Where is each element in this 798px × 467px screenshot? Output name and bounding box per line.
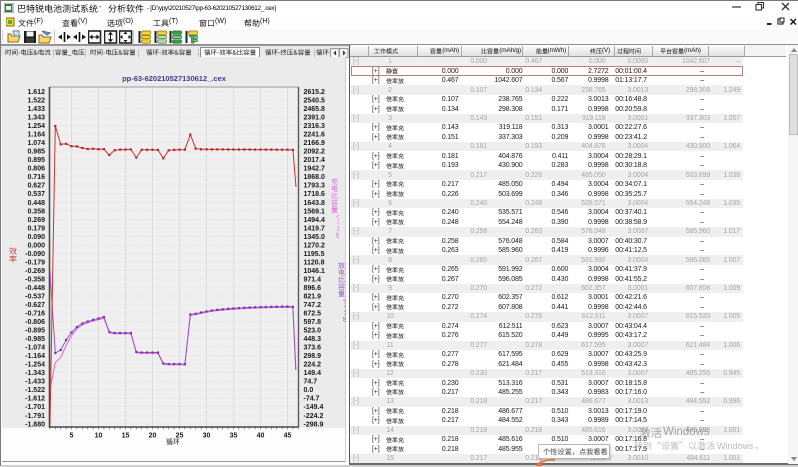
svg-text:2241.6: 2241.6 bbox=[304, 132, 326, 139]
svg-text:523.0: 523.0 bbox=[304, 328, 322, 335]
svg-text:0.090: 0.090 bbox=[27, 234, 45, 241]
svg-text:0.537: 0.537 bbox=[27, 191, 45, 198]
svg-text:1120.8: 1120.8 bbox=[304, 259, 325, 266]
svg-text:-0.895: -0.895 bbox=[25, 328, 45, 335]
svg-text:0.000: 0.000 bbox=[27, 242, 45, 249]
svg-text:1046.1: 1046.1 bbox=[304, 268, 326, 275]
svg-text:224.2: 224.2 bbox=[304, 362, 322, 369]
svg-text:-0.448: -0.448 bbox=[25, 285, 45, 292]
svg-text:-224.2: -224.2 bbox=[304, 413, 324, 420]
svg-text:-0.358: -0.358 bbox=[25, 276, 45, 283]
svg-text:0.0: 0.0 bbox=[304, 387, 314, 394]
svg-text:-0.537: -0.537 bbox=[25, 294, 45, 301]
svg-text:-1.254: -1.254 bbox=[25, 362, 45, 369]
svg-text:-1.791: -1.791 bbox=[25, 413, 45, 420]
svg-text:-0.716: -0.716 bbox=[25, 311, 45, 318]
svg-text:971.4: 971.4 bbox=[304, 276, 322, 283]
svg-text:-298.9: -298.9 bbox=[304, 421, 324, 428]
svg-text:0.895: 0.895 bbox=[27, 157, 45, 164]
svg-text:2316.3: 2316.3 bbox=[304, 123, 326, 130]
svg-text:821.9: 821.9 bbox=[304, 294, 322, 301]
svg-text:2465.8: 2465.8 bbox=[304, 106, 326, 113]
svg-text:1942.7: 1942.7 bbox=[304, 166, 326, 173]
svg-text:1569.1: 1569.1 bbox=[304, 208, 326, 215]
svg-text:0.448: 0.448 bbox=[27, 200, 45, 207]
svg-text:2391.0: 2391.0 bbox=[304, 115, 326, 122]
svg-text:1345.0: 1345.0 bbox=[304, 234, 326, 241]
svg-text:1643.8: 1643.8 bbox=[304, 200, 326, 207]
svg-text:1.343: 1.343 bbox=[27, 115, 45, 122]
svg-text:1270.2: 1270.2 bbox=[304, 242, 326, 249]
svg-text:-149.4: -149.4 bbox=[304, 404, 324, 411]
svg-text:2017.4: 2017.4 bbox=[304, 157, 326, 164]
svg-text:1.074: 1.074 bbox=[27, 140, 45, 147]
svg-text:-0.090: -0.090 bbox=[25, 251, 45, 258]
svg-text:-0.985: -0.985 bbox=[25, 336, 45, 343]
svg-text:1793.3: 1793.3 bbox=[304, 183, 326, 190]
svg-text:149.4: 149.4 bbox=[304, 370, 322, 377]
svg-text:-1.164: -1.164 bbox=[25, 353, 45, 360]
svg-text:2615.2: 2615.2 bbox=[304, 89, 326, 96]
svg-text:0.716: 0.716 bbox=[27, 174, 45, 181]
svg-text:0.806: 0.806 bbox=[27, 166, 45, 173]
svg-text:1.254: 1.254 bbox=[27, 123, 45, 130]
svg-text:1718.6: 1718.6 bbox=[304, 191, 326, 198]
svg-text:0.627: 0.627 bbox=[27, 183, 45, 190]
svg-text:-0.806: -0.806 bbox=[25, 319, 45, 326]
svg-text:10: 10 bbox=[95, 433, 103, 440]
svg-text:-1.074: -1.074 bbox=[25, 345, 45, 352]
svg-text:15: 15 bbox=[122, 433, 130, 440]
svg-text:74.7: 74.7 bbox=[304, 379, 318, 386]
svg-text:-1.612: -1.612 bbox=[25, 396, 45, 403]
svg-text:0.358: 0.358 bbox=[27, 208, 45, 215]
svg-text:20: 20 bbox=[149, 433, 157, 440]
svg-text:40: 40 bbox=[257, 433, 265, 440]
svg-text:1.164: 1.164 bbox=[27, 132, 45, 139]
svg-text:1.433: 1.433 bbox=[27, 106, 45, 113]
svg-text:-1.343: -1.343 bbox=[25, 370, 45, 377]
svg-text:448.3: 448.3 bbox=[304, 336, 322, 343]
svg-text:2540.5: 2540.5 bbox=[304, 98, 326, 105]
svg-text:(mAh/g): (mAh/g) bbox=[336, 215, 340, 238]
svg-text:30: 30 bbox=[203, 433, 211, 440]
svg-text:1.522: 1.522 bbox=[27, 98, 45, 105]
svg-text:2166.9: 2166.9 bbox=[304, 140, 326, 147]
svg-text:45: 45 bbox=[284, 433, 292, 440]
svg-text:747.2: 747.2 bbox=[304, 302, 322, 309]
svg-text:373.6: 373.6 bbox=[304, 345, 322, 352]
svg-text:-1.880: -1.880 bbox=[25, 421, 45, 428]
svg-text:5: 5 bbox=[70, 433, 74, 440]
svg-text:-74.7: -74.7 bbox=[304, 396, 320, 403]
svg-text:0.269: 0.269 bbox=[27, 217, 45, 224]
svg-text:2092.2: 2092.2 bbox=[304, 149, 326, 156]
svg-text:35: 35 bbox=[230, 433, 238, 440]
svg-text:-1.433: -1.433 bbox=[25, 379, 45, 386]
svg-text:1195.5: 1195.5 bbox=[304, 251, 325, 258]
svg-text:896.6: 896.6 bbox=[304, 285, 322, 292]
svg-text:-1.701: -1.701 bbox=[25, 404, 45, 411]
svg-text:-1.522: -1.522 bbox=[25, 387, 45, 394]
svg-text:1419.7: 1419.7 bbox=[304, 225, 326, 232]
svg-text:-0.179: -0.179 bbox=[25, 259, 45, 266]
svg-text:pp-63-620210527130612_.cex: pp-63-620210527130612_.cex bbox=[122, 74, 227, 83]
svg-text:672.5: 672.5 bbox=[304, 311, 322, 318]
svg-text:-0.627: -0.627 bbox=[25, 302, 45, 309]
svg-text:1494.4: 1494.4 bbox=[304, 217, 326, 224]
svg-text:597.8: 597.8 bbox=[304, 319, 322, 326]
svg-text:(mAh/g): (mAh/g) bbox=[343, 299, 347, 322]
svg-text:1.612: 1.612 bbox=[27, 89, 45, 96]
svg-text:0.179: 0.179 bbox=[27, 225, 45, 232]
svg-text:-0.269: -0.269 bbox=[25, 268, 45, 275]
svg-text:1868.0: 1868.0 bbox=[304, 174, 326, 181]
svg-text:0.985: 0.985 bbox=[27, 149, 45, 156]
svg-text:298.9: 298.9 bbox=[304, 353, 322, 360]
